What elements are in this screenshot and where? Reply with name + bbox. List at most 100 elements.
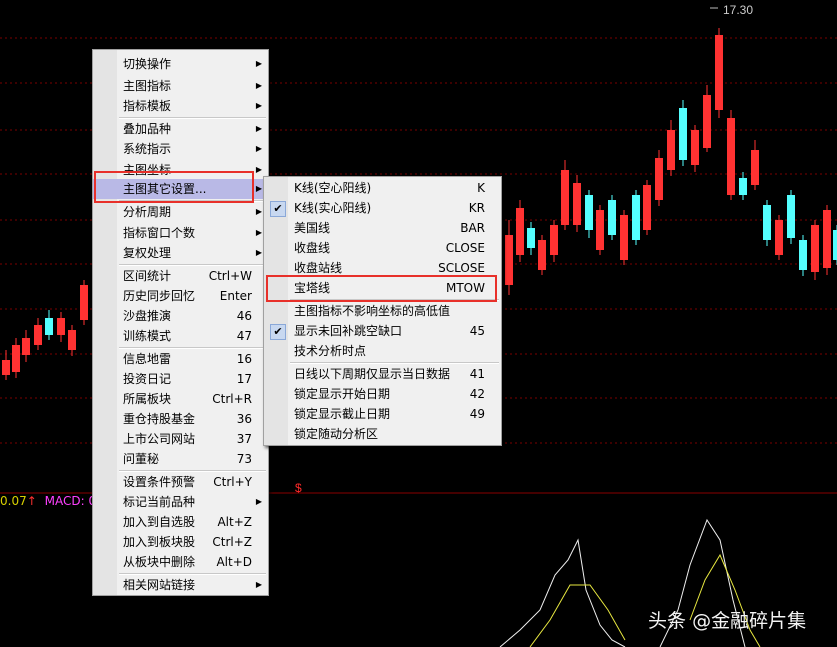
menu-item[interactable]: 分析周期 ▶ [93, 202, 268, 222]
menu-item-label: 主图指标 [123, 79, 172, 93]
menu-separator [119, 347, 266, 349]
menu-item-shortcut: 73 [236, 452, 252, 466]
menu-item-label: 重仓持股基金 [123, 412, 196, 426]
menu-item[interactable]: 加入到自选股 Alt+Z [93, 512, 268, 532]
menu-item[interactable]: 问董秘 73 [93, 449, 268, 469]
submenu-item[interactable]: 美国线 BAR [264, 218, 501, 238]
menu-item-shortcut: 17 [236, 372, 252, 386]
candle-body [561, 170, 569, 225]
submenu-item[interactable]: ✔ 显示未回补跳空缺口 45 [264, 321, 501, 341]
candle-body [80, 285, 88, 320]
submenu-item-label: 显示未回补跳空缺口 [294, 324, 403, 338]
menu-item-label: 加入到自选股 [123, 515, 196, 529]
submenu-arrow-icon: ▶ [255, 144, 262, 153]
candle-body [12, 345, 20, 372]
menu-item[interactable]: 相关网站链接 ▶ [93, 575, 268, 595]
submenu-item[interactable]: 技术分析时点 [264, 341, 501, 361]
submenu-item[interactable]: 收盘线 CLOSE [264, 238, 501, 258]
menu-item[interactable]: 历史同步回忆 Enter [93, 286, 268, 306]
menu-item[interactable]: 所属板块 Ctrl+R [93, 389, 268, 409]
menu-item[interactable]: 系统指示 ▶ [93, 139, 268, 159]
submenu-item[interactable]: ✔ K线(实心阳线) KR [264, 198, 501, 218]
candle-body [538, 240, 546, 270]
candle-body [620, 215, 628, 260]
candle-body [715, 35, 723, 110]
submenu-item[interactable]: K线(空心阳线) K [264, 178, 501, 198]
menu-item-label: 系统指示 [123, 142, 172, 156]
menu-item[interactable]: 指标窗口个数 ▶ [93, 223, 268, 243]
submenu-arrow-icon: ▶ [255, 580, 262, 589]
menu-item[interactable]: 重仓持股基金 36 [93, 409, 268, 429]
macd-line-yellow-2 [689, 553, 761, 647]
submenu-arrow-icon: ▶ [255, 165, 262, 174]
candle-body [833, 230, 837, 260]
menu-item[interactable]: 切换操作 ▶ [93, 54, 268, 74]
submenu-item-shortcut: 45 [469, 324, 485, 338]
menu-item[interactable]: 训练模式 47 [93, 326, 268, 346]
menu-item[interactable]: 信息地雷 16 [93, 349, 268, 369]
submenu-item-shortcut: KR [468, 201, 485, 215]
submenu-item-label: K线(空心阳线) [294, 181, 372, 195]
menu-item-label: 问董秘 [123, 452, 160, 466]
menu-item-label: 沙盘推演 [123, 309, 172, 323]
candle-body [57, 318, 65, 335]
candle-body [573, 183, 581, 225]
submenu-item-shortcut: 42 [469, 387, 485, 401]
menu-item[interactable]: 复权处理 ▶ [93, 243, 268, 263]
candle-body [608, 200, 616, 235]
menu-item-label: 上市公司网站 [123, 432, 196, 446]
menu-item-shortcut: Ctrl+W [208, 269, 252, 283]
candle-body [667, 130, 675, 170]
menu-item-shortcut: 37 [236, 432, 252, 446]
candle-body [516, 208, 524, 255]
submenu-arrow-icon: ▶ [255, 124, 262, 133]
candle-body [527, 228, 535, 248]
submenu-item-shortcut: 49 [469, 407, 485, 421]
submenu-item-label: 收盘线 [294, 241, 331, 255]
submenu-item[interactable]: 锁定显示开始日期 42 [264, 384, 501, 404]
submenu-item-label: 锁定显示开始日期 [294, 387, 391, 401]
menu-item-label: 标记当前品种 [123, 495, 196, 509]
highlight-box-mtow [266, 275, 497, 302]
candle-body [703, 95, 711, 148]
candle-body [751, 150, 759, 185]
candle-body [811, 225, 819, 272]
menu-item[interactable]: 设置条件预警 Ctrl+Y [93, 472, 268, 492]
candle-body [2, 360, 10, 375]
menu-item-shortcut: 36 [236, 412, 252, 426]
submenu-item[interactable]: 日线以下周期仅显示当日数据 41 [264, 364, 501, 384]
menu-item-label: 叠加品种 [123, 122, 172, 136]
candle-body [799, 240, 807, 270]
menu-item-label: 区间统计 [123, 269, 172, 283]
menu-item[interactable]: 投资日记 17 [93, 369, 268, 389]
candle-body [691, 130, 699, 165]
menu-separator [119, 573, 266, 575]
menu-item[interactable]: 加入到板块股 Ctrl+Z [93, 532, 268, 552]
menu-item[interactable]: 主图指标 ▶ [93, 76, 268, 96]
submenu-item-label: 锁定显示截止日期 [294, 407, 391, 421]
candle-body [655, 158, 663, 200]
menu-item[interactable]: 区间统计 Ctrl+W [93, 266, 268, 286]
up-arrow-icon: ↑ [26, 494, 37, 508]
menu-item[interactable]: 指标模板 ▶ [93, 96, 268, 116]
menu-separator [119, 470, 266, 472]
menu-item-label: 指标模板 [123, 99, 172, 113]
menu-item[interactable]: 叠加品种 ▶ [93, 119, 268, 139]
menu-item[interactable]: 从板块中删除 Alt+D [93, 552, 268, 572]
menu-item[interactable]: 沙盘推演 46 [93, 306, 268, 326]
menu-item[interactable]: 上市公司网站 37 [93, 429, 268, 449]
submenu-item[interactable]: 锁定显示截止日期 49 [264, 404, 501, 424]
menu-item-shortcut: 16 [236, 352, 252, 366]
submenu-item[interactable]: 主图指标不影响坐标的高低值 [264, 301, 501, 321]
submenu-item[interactable]: 锁定随动分析区 [264, 424, 501, 444]
candle-body [596, 210, 604, 250]
menu-item-shortcut: 47 [236, 329, 252, 343]
menu-item[interactable]: 标记当前品种 ▶ [93, 492, 268, 512]
submenu-item-shortcut: K [477, 181, 485, 195]
menu-item-shortcut: Alt+Z [217, 515, 252, 529]
submenu-item-label: 主图指标不影响坐标的高低值 [294, 304, 451, 318]
main-chart-settings-submenu: K线(空心阳线) K ✔ K线(实心阳线) KR 美国线 BAR 收盘线 CLOSE 收盘站线 SC… [263, 176, 502, 446]
macd-line-white [499, 538, 626, 647]
macd-value: 0.07↑ MACD: 0 [0, 494, 96, 508]
menu-item-label: 相关网站链接 [123, 578, 196, 592]
